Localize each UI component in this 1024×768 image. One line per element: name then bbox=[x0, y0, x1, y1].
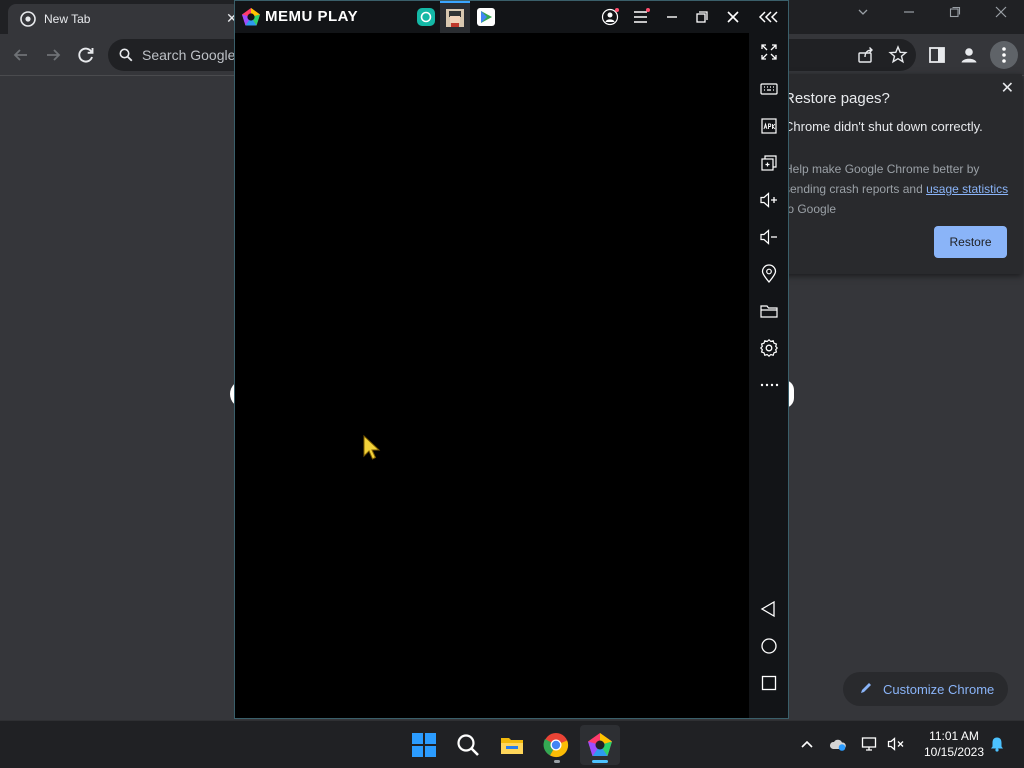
minimize-icon[interactable] bbox=[663, 8, 681, 26]
memu-sidebar bbox=[749, 33, 788, 718]
menu-button[interactable] bbox=[990, 41, 1018, 69]
profile-avatar-icon[interactable] bbox=[958, 44, 980, 66]
memu-logo-icon bbox=[242, 8, 260, 26]
side-panel-icon[interactable] bbox=[926, 44, 948, 66]
mouse-cursor-icon bbox=[363, 434, 381, 460]
customize-chrome-label: Customize Chrome bbox=[883, 682, 995, 697]
location-icon[interactable] bbox=[759, 264, 779, 284]
app-teal-glyph-icon bbox=[420, 11, 432, 23]
close-icon[interactable] bbox=[724, 8, 742, 26]
close-icon[interactable]: ✕ bbox=[1001, 78, 1014, 98]
tab-title: New Tab bbox=[44, 12, 91, 26]
pencil-icon bbox=[861, 683, 871, 693]
volume-up-icon[interactable] bbox=[759, 190, 779, 210]
restore-button[interactable]: Restore bbox=[934, 226, 1007, 258]
app-icon-avatar bbox=[446, 9, 464, 27]
play-store-icon[interactable] bbox=[477, 8, 495, 26]
multi-instance-icon[interactable] bbox=[759, 153, 779, 173]
restore-title: Restore pages? bbox=[784, 90, 890, 107]
memu-taskbar-icon bbox=[588, 733, 612, 756]
chrome-running-indicator bbox=[554, 760, 560, 763]
clock[interactable]: 11:01 AM 10/15/2023 bbox=[914, 728, 994, 760]
volume-muted-icon[interactable] bbox=[887, 736, 905, 752]
tab-new-tab[interactable]: New Tab ✕ bbox=[8, 4, 240, 34]
start-icon[interactable] bbox=[411, 732, 437, 758]
hamburger-menu-icon[interactable] bbox=[632, 8, 650, 26]
bookmark-star-icon[interactable] bbox=[887, 44, 909, 66]
monitor-icon[interactable] bbox=[861, 736, 879, 752]
restore-pages-bubble: Restore pages? Chrome didn't shut down c… bbox=[762, 74, 1022, 274]
account-icon[interactable] bbox=[601, 8, 619, 26]
volume-down-icon[interactable] bbox=[759, 227, 779, 247]
play-store-glyph-icon bbox=[481, 11, 492, 23]
file-explorer-icon[interactable] bbox=[499, 732, 525, 758]
restore-message: Chrome didn't shut down correctly. bbox=[784, 119, 983, 134]
more-icon[interactable] bbox=[759, 375, 779, 395]
chrome-icon[interactable] bbox=[543, 732, 569, 758]
kebab-menu-icon bbox=[1002, 47, 1006, 63]
restore-description-suffix: to Google bbox=[784, 202, 837, 216]
android-screen[interactable] bbox=[235, 33, 749, 718]
back-icon[interactable] bbox=[759, 599, 779, 619]
usage-statistics-link[interactable]: usage statistics bbox=[926, 182, 1008, 196]
restore-window-icon[interactable] bbox=[940, 6, 970, 21]
clock-date: 10/15/2023 bbox=[923, 745, 985, 759]
app-tab-active[interactable] bbox=[440, 1, 470, 33]
collapse-sidebar-icon[interactable] bbox=[758, 8, 780, 26]
restore-description: Help make Google Chrome better by sendin… bbox=[784, 159, 1014, 219]
memu-active-indicator bbox=[592, 760, 608, 763]
close-window-icon[interactable] bbox=[986, 6, 1016, 21]
customize-chrome-button[interactable]: Customize Chrome bbox=[843, 672, 1008, 706]
fullscreen-icon[interactable] bbox=[759, 42, 779, 62]
share-icon[interactable] bbox=[855, 44, 877, 66]
search-icon bbox=[119, 48, 133, 62]
onedrive-icon[interactable] bbox=[829, 736, 847, 752]
memu-app-name: MEMU PLAY bbox=[265, 8, 359, 25]
memu-window: MEMU PLAY bbox=[234, 0, 789, 719]
maximize-icon[interactable] bbox=[693, 8, 711, 26]
minimize-icon[interactable] bbox=[894, 6, 924, 21]
apk-icon[interactable] bbox=[759, 116, 779, 136]
tab-search-icon[interactable] bbox=[848, 6, 878, 21]
back-arrow-icon[interactable] bbox=[10, 44, 32, 66]
folder-icon[interactable] bbox=[759, 301, 779, 321]
home-icon[interactable] bbox=[759, 636, 779, 656]
reload-icon[interactable] bbox=[75, 44, 97, 66]
clock-time: 11:01 AM bbox=[929, 729, 979, 743]
recent-apps-icon[interactable] bbox=[759, 673, 779, 693]
notification-bell-icon[interactable] bbox=[988, 736, 1006, 752]
chevron-up-icon[interactable] bbox=[798, 736, 816, 752]
memu-titlebar: MEMU PLAY bbox=[235, 1, 788, 33]
app-icon-teal[interactable] bbox=[417, 8, 435, 26]
keyboard-icon[interactable] bbox=[759, 79, 779, 99]
chrome-favicon-icon bbox=[20, 11, 36, 27]
settings-icon[interactable] bbox=[759, 338, 779, 358]
search-icon[interactable] bbox=[455, 732, 481, 758]
forward-arrow-icon[interactable] bbox=[42, 44, 64, 66]
